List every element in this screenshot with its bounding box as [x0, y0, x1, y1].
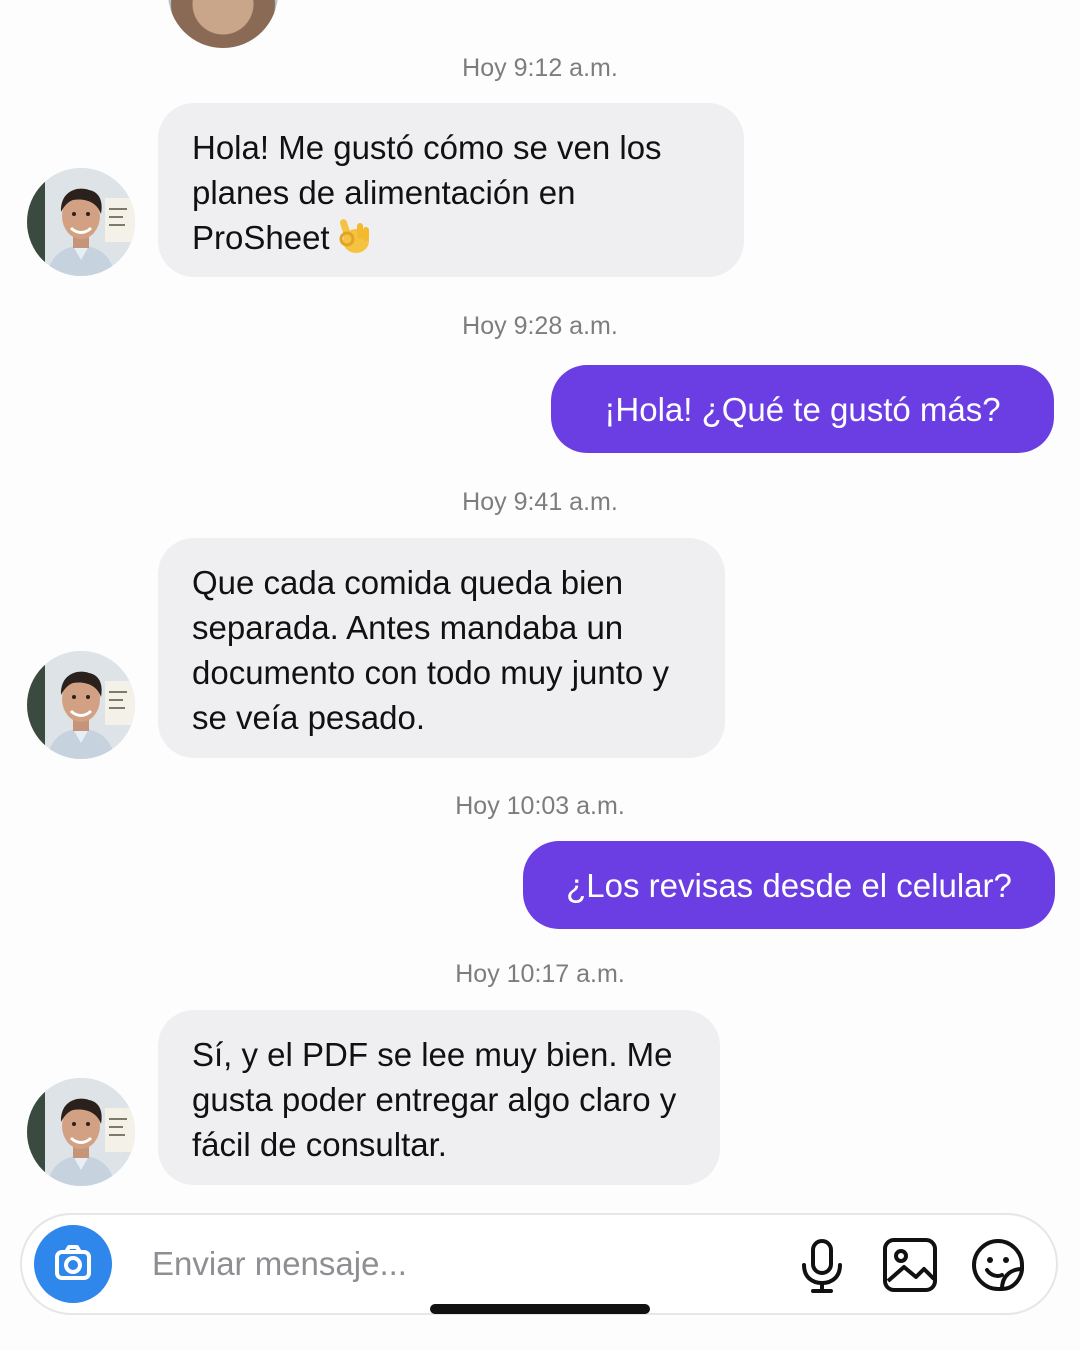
message-text: Hola! Me gustó cómo se ven los planes de… — [192, 129, 662, 256]
camera-icon — [55, 1245, 91, 1280]
message-composer — [20, 1213, 1058, 1315]
contact-avatar[interactable] — [27, 1078, 135, 1186]
image-icon — [883, 1238, 937, 1292]
message-bubble-incoming[interactable]: Hola! Me gustó cómo se ven los planes de… — [158, 103, 744, 277]
timestamp: Hoy 9:28 a.m. — [462, 312, 618, 340]
timestamp: Hoy 10:03 a.m. — [455, 792, 625, 820]
message-bubble-incoming[interactable]: Que cada comida queda bien separada. Ant… — [158, 538, 725, 758]
message-text: ¡Hola! ¿Qué te gustó más? — [604, 391, 1001, 428]
gallery-button[interactable] — [880, 1235, 940, 1295]
microphone-icon — [802, 1239, 842, 1293]
home-indicator — [430, 1304, 650, 1314]
message-text: Sí, y el PDF se lee muy bien. Me gusta p… — [192, 1036, 677, 1163]
contact-avatar[interactable] — [27, 651, 135, 759]
timestamp: Hoy 10:17 a.m. — [455, 960, 625, 988]
contact-avatar[interactable] — [27, 168, 135, 276]
message-input[interactable] — [152, 1239, 752, 1289]
message-bubble-outgoing[interactable]: ¡Hola! ¿Qué te gustó más? — [551, 365, 1054, 453]
message-text: ¿Los revisas desde el celular? — [566, 867, 1012, 904]
sticker-button[interactable] — [968, 1235, 1028, 1295]
timestamp: Hoy 9:41 a.m. — [462, 488, 618, 516]
message-bubble-outgoing[interactable]: ¿Los revisas desde el celular? — [523, 841, 1055, 929]
ok-hand-icon — [336, 215, 372, 266]
message-bubble-incoming[interactable]: Sí, y el PDF se lee muy bien. Me gusta p… — [158, 1010, 720, 1185]
contact-avatar-top — [168, 0, 278, 48]
sticker-icon — [972, 1239, 1024, 1291]
camera-button[interactable] — [34, 1225, 112, 1303]
message-text: Que cada comida queda bien separada. Ant… — [192, 564, 669, 736]
microphone-button[interactable] — [792, 1235, 852, 1295]
timestamp: Hoy 9:12 a.m. — [462, 54, 618, 82]
